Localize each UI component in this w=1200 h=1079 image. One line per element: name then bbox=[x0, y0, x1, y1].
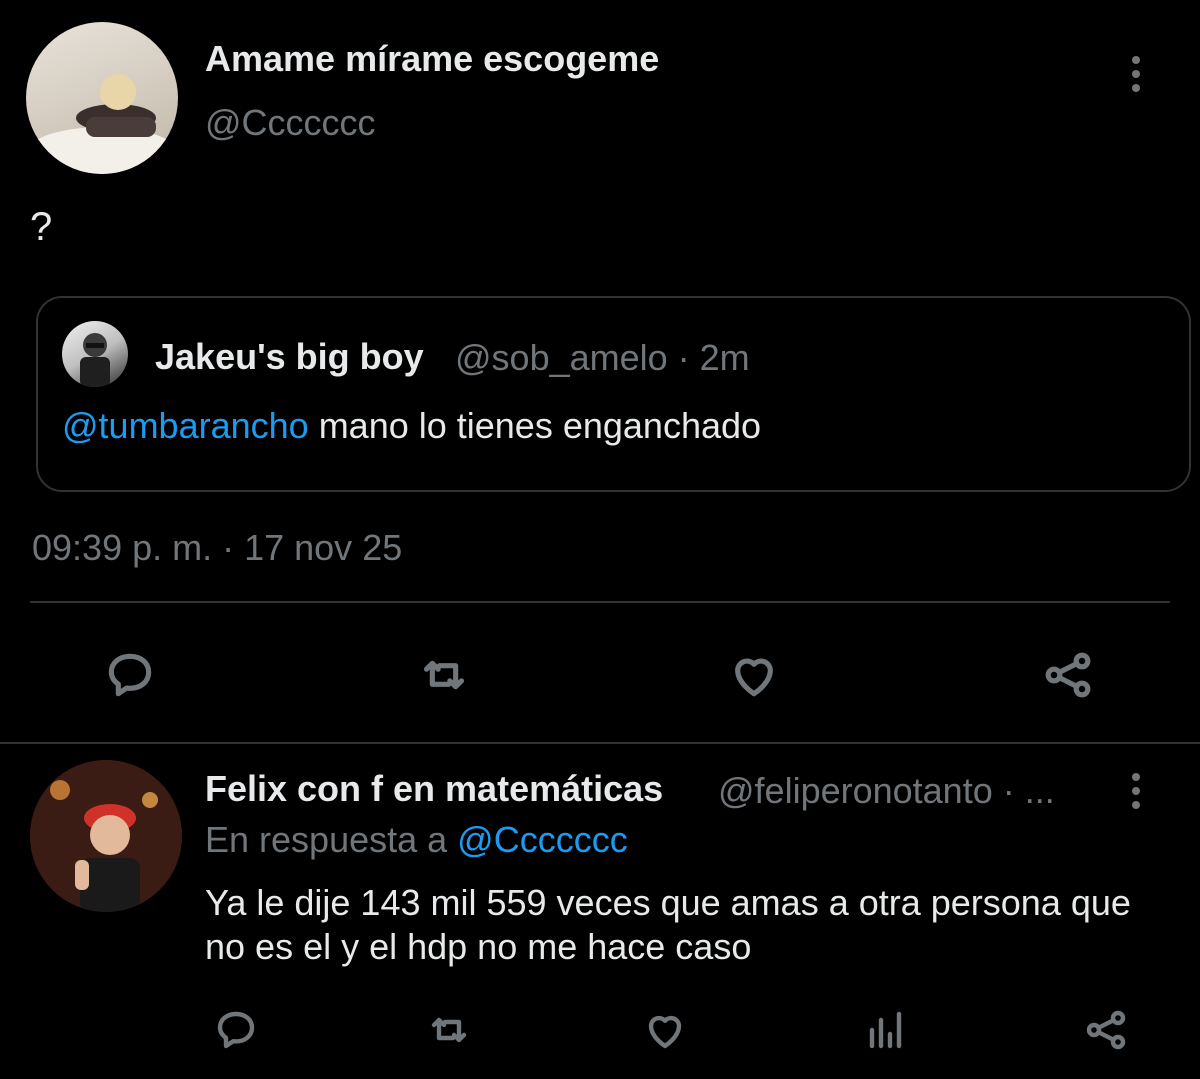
tweet-timestamp[interactable]: 09:39 p. m. · 17 nov 25 bbox=[32, 527, 402, 569]
reply-button[interactable] bbox=[100, 645, 160, 705]
reply-to-handle-link[interactable]: @Ccccccc bbox=[457, 819, 628, 860]
views-button[interactable] bbox=[860, 1004, 912, 1056]
author-avatar[interactable] bbox=[26, 22, 178, 174]
reply-handle-time[interactable]: @feliperonotanto · ... bbox=[718, 770, 1055, 812]
views-icon bbox=[869, 1011, 902, 1049]
tweet-text: ? bbox=[30, 205, 53, 249]
quoted-text: @tumbarancho mano lo tienes enganchado bbox=[62, 405, 761, 447]
reply-button[interactable] bbox=[210, 1004, 262, 1056]
reply-context: En respuesta a @Ccccccc bbox=[205, 819, 628, 861]
more-options-icon[interactable] bbox=[1131, 773, 1141, 809]
quoted-text-body: mano lo tienes enganchado bbox=[308, 405, 762, 446]
quoted-handle-time: @sob_amelo · 2m bbox=[455, 337, 750, 378]
like-icon bbox=[648, 1015, 682, 1049]
like-button[interactable] bbox=[724, 645, 784, 705]
more-options-icon[interactable] bbox=[1131, 56, 1141, 92]
like-icon bbox=[735, 658, 773, 697]
share-button[interactable] bbox=[1038, 645, 1098, 705]
reply-icon bbox=[217, 1011, 255, 1049]
author-display-name[interactable]: Amame mírame escogeme bbox=[205, 38, 659, 80]
retweet-button[interactable] bbox=[423, 1004, 475, 1056]
reply-icon bbox=[108, 653, 152, 697]
reply-display-name[interactable]: Felix con f en matemáticas bbox=[205, 768, 663, 810]
retweet-icon bbox=[431, 1017, 467, 1043]
retweet-icon bbox=[423, 660, 465, 690]
author-handle[interactable]: @Ccccccc bbox=[205, 102, 376, 144]
divider bbox=[0, 742, 1200, 744]
quoted-display-name: Jakeu's big boy bbox=[155, 336, 424, 377]
mention-link[interactable]: @tumbarancho bbox=[62, 405, 309, 446]
retweet-button[interactable] bbox=[414, 645, 474, 705]
reply-text: Ya le dije 143 mil 559 veces que amas a … bbox=[205, 882, 1131, 967]
divider bbox=[30, 601, 1170, 603]
reply-context-label: En respuesta a bbox=[205, 819, 458, 860]
like-button[interactable] bbox=[639, 1004, 691, 1056]
reply-author-avatar[interactable] bbox=[30, 760, 182, 912]
quoted-author-avatar bbox=[62, 321, 128, 387]
share-icon bbox=[1045, 652, 1091, 698]
share-button[interactable] bbox=[1080, 1004, 1132, 1056]
quoted-tweet-card[interactable] bbox=[36, 296, 1191, 492]
share-icon bbox=[1086, 1010, 1126, 1050]
